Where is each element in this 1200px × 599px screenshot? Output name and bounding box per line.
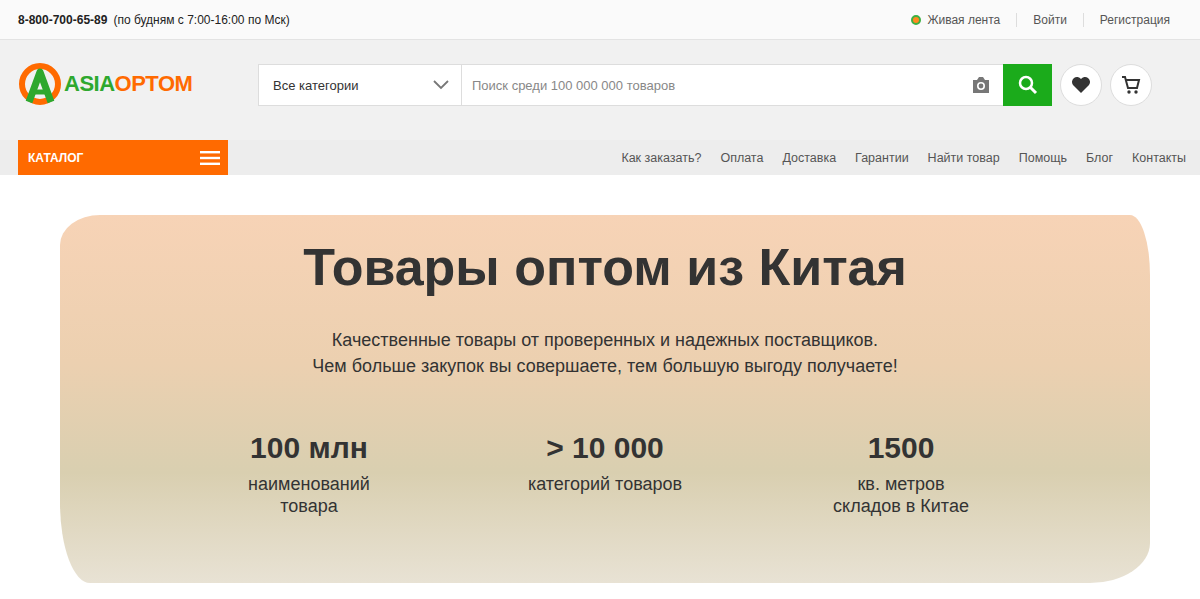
- nav-link[interactable]: Найти товар: [928, 151, 1000, 165]
- stat-label: кв. метровскладов в Китае: [753, 473, 1049, 517]
- phone[interactable]: 8-800-700-65-89: [18, 13, 107, 27]
- nav-links: Как заказать? Оплата Доставка Гарантии Найти…: [621, 151, 1186, 165]
- hero: Товары оптом из Китая Качественные товары…: [0, 175, 1200, 591]
- catalog-button[interactable]: КАТАЛОГ: [18, 140, 228, 175]
- stat-label: наименованийтовара: [161, 473, 457, 517]
- cart-button[interactable]: [1110, 64, 1152, 106]
- nav-link[interactable]: Помощь: [1019, 151, 1067, 165]
- search-button[interactable]: [1003, 64, 1052, 106]
- search-icon: [1018, 75, 1038, 95]
- nav-bar: КАТАЛОГ Как заказать? Оплата Доставка Гарант…: [0, 140, 1200, 175]
- contact-info: 8-800-700-65-89 (по будням с 7:00-16:00 п…: [18, 13, 290, 27]
- page: 8-800-700-65-89 (по будням с 7:00-16:00 п…: [0, 0, 1200, 599]
- hero-subtitle: Качественные товары от проверенных и над…: [312, 327, 897, 379]
- nav-link[interactable]: Оплата: [720, 151, 763, 165]
- nav-link[interactable]: Доставка: [782, 151, 836, 165]
- stat-value: 1500: [753, 431, 1049, 465]
- logo-icon: [18, 62, 62, 106]
- cart-icon: [1121, 75, 1141, 95]
- nav-link[interactable]: Как заказать?: [621, 151, 701, 165]
- favorites-button[interactable]: [1060, 64, 1102, 106]
- live-dot-icon: [911, 15, 921, 25]
- nav-link[interactable]: Блог: [1086, 151, 1113, 165]
- search-bar: Все категории: [258, 64, 1052, 106]
- search-input[interactable]: [462, 65, 959, 105]
- hero-background: Товары оптом из Китая Качественные товары…: [60, 215, 1150, 583]
- logo[interactable]: ASIAOPTOM: [18, 62, 258, 106]
- chevron-down-icon: [433, 80, 449, 90]
- stat: > 10 000 категорий товаров: [457, 431, 753, 517]
- top-bar: 8-800-700-65-89 (по будням с 7:00-16:00 п…: [0, 0, 1200, 40]
- menu-icon: [200, 151, 220, 165]
- top-links: Живая лентаВойтиРегистрация: [895, 13, 1186, 27]
- stats: 100 млн наименованийтовара> 10 000 категор…: [60, 431, 1150, 517]
- stat-label: категорий товаров: [457, 473, 753, 495]
- hours: (по будням с 7:00-16:00 по Мск): [113, 13, 289, 27]
- stat: 100 млн наименованийтовара: [161, 431, 457, 517]
- logo-text: ASIAOPTOM: [64, 71, 192, 97]
- nav-link[interactable]: Гарантии: [855, 151, 909, 165]
- live-feed-link[interactable]: Живая лента: [895, 13, 1016, 27]
- hero-title: Товары оптом из Китая: [303, 237, 907, 297]
- top-link[interactable]: Войти: [1016, 13, 1083, 27]
- category-select[interactable]: Все категории: [259, 65, 462, 105]
- header: ASIAOPTOM Все категории: [0, 40, 1200, 140]
- stat-value: 100 млн: [161, 431, 457, 465]
- top-link[interactable]: Регистрация: [1083, 13, 1186, 27]
- stat: 1500 кв. метровскладов в Китае: [753, 431, 1049, 517]
- stat-value: > 10 000: [457, 431, 753, 465]
- heart-icon: [1071, 76, 1091, 94]
- camera-icon[interactable]: [971, 76, 991, 94]
- nav-link[interactable]: Контакты: [1132, 151, 1186, 165]
